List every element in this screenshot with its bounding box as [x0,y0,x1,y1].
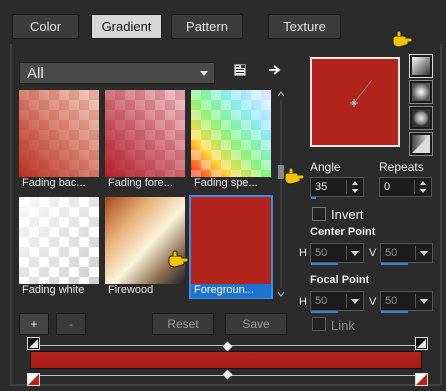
thumbnail-foreground-selected[interactable]: Foregroun... [189,195,273,299]
thumbnail-image [105,197,185,284]
center-h-value: 50 [315,247,328,259]
gradient-direction-indicator [350,79,373,107]
hand-cursor-icon [392,30,413,48]
top-right-stop-marker[interactable] [415,337,428,350]
thumbnail-label: Fading white [22,284,85,296]
thumbnail-image [191,90,271,177]
rectangular-style-button[interactable] [409,80,433,104]
thumbnail-fading-white[interactable]: Fading white [19,197,99,297]
reset-button[interactable]: Reset [152,313,214,335]
thumbnail-label: Firewood [108,284,154,296]
thumbnail-image [19,90,99,177]
save-button[interactable]: Save [225,313,287,335]
bottom-left-stop-marker[interactable] [27,373,40,386]
center-h-slider-fill [311,263,338,265]
radial-gradient-icon [412,135,430,153]
center-v-value: 50 [385,247,398,259]
center-point-label: Center Point [310,226,376,238]
category-dropdown-value: All [27,64,44,82]
remove-gradient-button[interactable]: - [56,313,86,335]
focal-h-input[interactable]: 50 [310,291,364,313]
spinner-down-icon[interactable] [420,189,426,193]
thumbnail-label: Fading fore... [108,177,173,189]
radial-style-button[interactable] [409,132,433,156]
thumbnail-scrollbar[interactable] [276,90,286,298]
spinner-up-icon[interactable] [420,181,426,185]
thumbnail-image [19,197,99,284]
linear-gradient-icon [412,57,430,75]
tab-texture[interactable]: Texture [268,14,341,39]
chevron-down-icon[interactable] [420,251,428,256]
chevron-down-icon[interactable] [351,299,359,304]
repeats-label: Repeats [379,160,424,174]
gradient-thumbnail-grid: Fading bac... Fading fore... Fading spe.… [19,90,273,299]
thumbnail-image [191,197,271,284]
tab-gradient[interactable]: Gradient [91,14,162,39]
center-h-input[interactable]: 50 [310,243,364,265]
link-label: Link [331,318,355,333]
focal-point-label: Focal Point [310,274,370,286]
gradient-preview[interactable] [310,57,400,147]
thumbnail-firewood[interactable]: Firewood [105,197,185,297]
invert-checkbox[interactable] [312,207,326,221]
linear-style-button[interactable] [409,54,433,78]
bottom-right-stop-marker[interactable] [415,373,428,386]
spinner-divider [415,246,416,260]
link-checkbox[interactable] [312,317,326,331]
focal-v-value: 50 [385,295,398,307]
focal-v-input[interactable]: 50 [380,291,433,313]
rectangular-gradient-icon [412,83,430,101]
thumbnail-label: Fading spe... [194,177,258,189]
chevron-down-icon[interactable] [420,299,428,304]
gradient-editor-bar[interactable] [30,351,422,369]
center-v-slider-fill [381,263,408,265]
center-v-label: V [369,247,377,259]
angle-spinner[interactable]: 35 [310,177,364,199]
hand-cursor-icon [284,167,305,185]
thumbnail-fading-spectrum[interactable]: Fading spe... [191,90,271,190]
arrow-right-icon[interactable] [266,62,284,78]
spinner-down-icon[interactable] [352,189,358,193]
thumbnail-fading-background[interactable]: Fading bac... [19,90,99,190]
repeats-spinner[interactable]: 0 [379,177,432,197]
angle-value: 35 [315,181,328,193]
spinner-divider [414,180,415,194]
spinner-up-icon[interactable] [352,181,358,185]
spinner-divider [346,246,347,260]
chevron-down-icon[interactable] [351,251,359,256]
thumbnail-fading-foreground[interactable]: Fading fore... [105,90,185,190]
angle-slider-fill [311,197,316,199]
tab-color[interactable]: Color [12,14,79,39]
focal-v-label: V [369,296,377,308]
repeats-value: 0 [384,181,391,193]
add-gradient-button[interactable]: + [19,313,49,335]
tab-bar: Color Gradient Pattern Texture [0,0,446,44]
focal-v-slider-fill [381,311,408,313]
tab-pattern[interactable]: Pattern [171,14,243,39]
spinner-divider [346,180,347,194]
sunburst-gradient-icon [412,109,430,127]
focal-h-slider-fill [311,311,338,313]
category-dropdown[interactable]: All [19,62,215,84]
gradient-library-icon[interactable] [232,62,248,78]
thumbnail-label: Foregroun... [191,284,271,298]
thumbnail-label: Fading bac... [22,177,86,189]
spinner-divider [346,294,347,308]
hand-cursor-icon [168,250,189,268]
thumbnail-image [105,90,185,177]
top-left-stop-marker[interactable] [27,337,40,350]
invert-label: Invert [331,207,364,222]
focal-h-value: 50 [315,295,328,307]
chevron-down-icon [200,71,208,76]
spinner-divider [415,294,416,308]
sunburst-style-button[interactable] [409,106,433,130]
center-v-input[interactable]: 50 [380,243,433,265]
center-h-label: H [299,247,307,259]
focal-h-label: H [299,296,307,308]
angle-label: Angle [310,160,341,174]
